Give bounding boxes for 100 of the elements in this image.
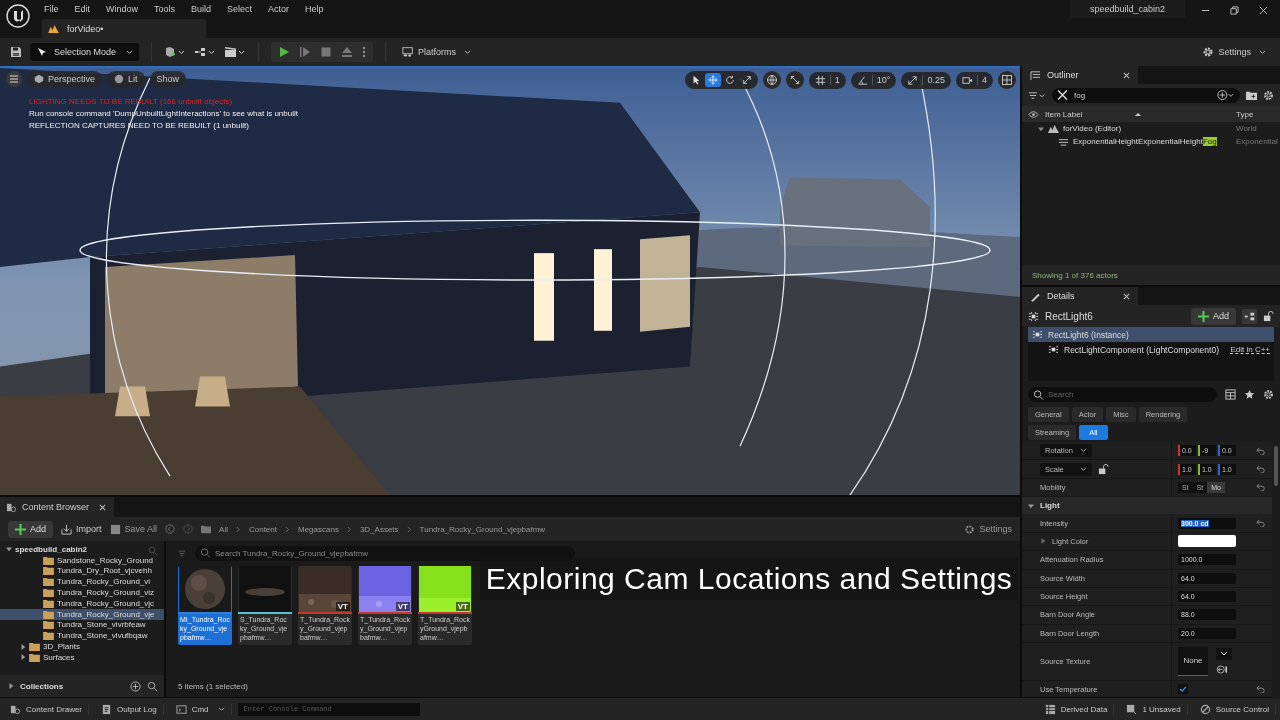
derived-data-button[interactable]: Derived Data	[1038, 703, 1115, 715]
folder-item[interactable]: Tundra_Dry_Root_vjcvehh	[0, 565, 164, 577]
play-icon[interactable]	[278, 46, 291, 58]
import-button[interactable]: Import	[61, 523, 102, 535]
close-icon[interactable]	[1123, 292, 1130, 300]
expander-icon[interactable]	[1028, 502, 1034, 509]
platforms-button[interactable]: Platforms	[398, 43, 476, 61]
component-item[interactable]: RectLightComponent (LightComponent0)	[1028, 342, 1219, 357]
unsaved-button[interactable]: 1 Unsaved	[1120, 703, 1188, 715]
search-icon[interactable]	[147, 680, 158, 692]
project-tree-item[interactable]: speedbuild_cabin2	[0, 544, 164, 555]
menu-item[interactable]: Build	[185, 3, 222, 14]
reset-icon[interactable]	[1256, 519, 1266, 528]
component-item[interactable]: RectLight6 (Instance)	[1028, 327, 1274, 342]
expander-icon[interactable]	[1040, 538, 1046, 545]
star-icon[interactable]	[1244, 389, 1255, 400]
settings-button[interactable]: Settings	[1198, 43, 1270, 61]
menu-item[interactable]: Help	[299, 3, 334, 14]
menu-item[interactable]: Select	[221, 3, 263, 14]
breadcrumb[interactable]: 3D_Assets	[359, 524, 399, 534]
add-actor-icon[interactable]	[164, 46, 187, 58]
viewport-button[interactable]: Lit	[107, 71, 145, 87]
menu-item[interactable]: Actor	[262, 3, 300, 14]
level-tab[interactable]: forVideo•	[42, 19, 206, 38]
dropdown-icon[interactable]	[1216, 647, 1232, 660]
breadcrumb[interactable]: Tundra_Rocky_Ground_vjepbafmw	[419, 524, 546, 534]
search-field[interactable]: Search Tundra_Rocky_Ground_vjepbafmw	[195, 545, 575, 561]
folder-item[interactable]: Tundra_Rocky_Ground_vjc	[0, 598, 164, 609]
folder-item[interactable]: Tundra_Stone_vivrbfeaw	[0, 619, 164, 631]
blueprint-icon[interactable]	[1242, 308, 1257, 324]
breadcrumb[interactable]: Content	[248, 524, 277, 534]
eject-icon[interactable]	[341, 46, 354, 58]
add-button[interactable]: Add	[8, 520, 53, 538]
color-swatch[interactable]	[1178, 535, 1236, 548]
layout-icon[interactable]	[998, 71, 1016, 89]
source-control-button[interactable]: Source Control	[1193, 703, 1276, 715]
folder-item[interactable]: Tundra_Rocky_Ground_vi	[0, 576, 164, 588]
settings-icon[interactable]	[1263, 389, 1274, 400]
blueprint-icon[interactable]	[194, 46, 217, 58]
visibility-icon[interactable]	[1028, 108, 1039, 120]
use-selected-icon[interactable]	[1216, 663, 1227, 675]
column-header[interactable]: Item Label	[1045, 109, 1129, 119]
breadcrumb[interactable]: Megascans	[298, 524, 339, 534]
search-field[interactable]: fog	[1052, 87, 1240, 103]
search-field[interactable]: Search	[1028, 387, 1217, 402]
collections-header[interactable]: Collections	[20, 681, 64, 691]
edit-in-cpp-link[interactable]: Edit in C++	[1230, 345, 1270, 354]
outliner-item[interactable]: forVideo (Editor)	[1063, 124, 1232, 133]
command-dropdown[interactable]: Cmd	[169, 703, 232, 715]
folder-item[interactable]: Tundra_Stone_vivufbqaw	[0, 630, 164, 642]
selection-mode-dropdown[interactable]: Selection Mode	[30, 43, 140, 61]
reset-icon[interactable]	[1256, 685, 1266, 694]
expander-icon[interactable]	[1038, 125, 1044, 132]
add-component-button[interactable]: Add	[1191, 307, 1236, 325]
checkbox[interactable]	[1178, 684, 1188, 695]
unlock-icon[interactable]	[1098, 463, 1109, 475]
details-tab[interactable]: Details	[1022, 287, 1138, 305]
table-icon[interactable]	[1225, 389, 1236, 400]
stop-icon[interactable]	[320, 46, 333, 58]
surface-snap-icon[interactable]	[785, 71, 804, 89]
more-icon[interactable]	[362, 46, 367, 58]
expander-icon[interactable]	[6, 546, 12, 553]
folder-item[interactable]: 3D_Plants	[0, 641, 164, 652]
unlock-icon[interactable]	[1263, 310, 1274, 322]
restore-icon[interactable]	[1230, 6, 1239, 15]
folder-item[interactable]: Tundra_Rocky_Ground_viz	[0, 587, 164, 598]
content-browser-tab[interactable]: Content Browser	[0, 497, 114, 517]
folder-icon[interactable]	[201, 524, 212, 534]
add-filter-icon[interactable]	[1217, 89, 1235, 101]
reset-icon[interactable]	[1256, 446, 1266, 455]
column-header[interactable]: Type	[1236, 109, 1280, 119]
close-icon[interactable]	[1259, 6, 1268, 15]
clapperboard-icon[interactable]	[224, 46, 247, 58]
texture-slot[interactable]: None	[1178, 646, 1208, 676]
reset-icon[interactable]	[1256, 465, 1266, 474]
add-circle-icon[interactable]	[130, 680, 141, 692]
viewport-button[interactable]: Perspective	[27, 71, 103, 87]
close-icon[interactable]	[99, 503, 106, 511]
folder-item[interactable]: Tundra_Rocky_Ground_vje	[0, 608, 164, 620]
settings-button[interactable]: Settings	[964, 523, 1012, 535]
menu-item[interactable]: Tools	[148, 3, 186, 14]
content-drawer-button[interactable]: Content Drawer	[4, 703, 90, 715]
menu-icon[interactable]	[6, 71, 22, 87]
menu-item[interactable]: Edit	[68, 3, 101, 14]
menu-item[interactable]: Window	[100, 3, 149, 14]
reset-icon[interactable]	[1256, 483, 1266, 492]
section-header[interactable]: Light	[1040, 501, 1060, 511]
breadcrumb[interactable]: All	[219, 524, 228, 534]
add-folder-icon[interactable]	[1246, 89, 1257, 101]
outliner-tab[interactable]: Outliner	[1022, 66, 1138, 84]
filter-icon[interactable]	[1028, 89, 1046, 101]
folder-item[interactable]: Sandstone_Rocky_Ground	[0, 554, 164, 566]
move-tool-button[interactable]	[704, 73, 721, 87]
globe-icon[interactable]	[762, 71, 781, 89]
expander-icon[interactable]	[8, 683, 14, 689]
clear-icon[interactable]	[1057, 89, 1068, 101]
close-icon[interactable]	[1123, 71, 1130, 79]
logo-icon[interactable]	[6, 4, 30, 28]
output-log-button[interactable]: Output Log	[95, 703, 164, 715]
menu-item[interactable]: File	[38, 3, 69, 14]
